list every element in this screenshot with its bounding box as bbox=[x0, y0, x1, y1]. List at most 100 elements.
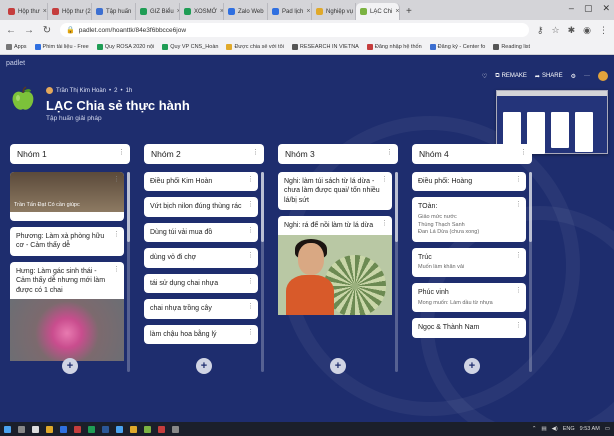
clock[interactable]: 9:53 AM bbox=[580, 426, 600, 432]
star-icon[interactable]: ☆ bbox=[552, 25, 560, 36]
post-card[interactable]: Điều phối: Hoàng ⋮ bbox=[412, 172, 526, 192]
edge-icon[interactable] bbox=[60, 425, 67, 433]
post-menu-icon[interactable]: ⋮ bbox=[381, 175, 388, 184]
browser-tab[interactable]: Zalo Web× bbox=[224, 3, 268, 20]
reload-icon[interactable]: ↻ bbox=[42, 25, 52, 36]
post-menu-icon[interactable]: ⋮ bbox=[515, 321, 522, 330]
post-menu-icon[interactable]: ⋮ bbox=[515, 175, 522, 184]
add-post-button[interactable]: + bbox=[196, 358, 212, 374]
heart-outline-icon[interactable]: ♡ bbox=[482, 73, 487, 80]
remake-button[interactable]: ⧉ REMAKE bbox=[495, 73, 527, 80]
padlet-logo[interactable]: padlet bbox=[6, 60, 25, 67]
scrollbar-thumb[interactable] bbox=[127, 172, 130, 242]
post-menu-icon[interactable]: ⋮ bbox=[113, 230, 120, 239]
column-header[interactable]: Nhóm 4 ⋮ bbox=[412, 144, 532, 164]
post-menu-icon[interactable]: ⋮ bbox=[113, 175, 120, 184]
excel-icon[interactable] bbox=[88, 425, 95, 433]
post-card[interactable]: Điều phối Kim Hoàn ⋮ bbox=[144, 172, 258, 192]
task-view-icon[interactable] bbox=[32, 425, 39, 433]
post-card[interactable]: làm chậu hoa bằng lý ⋮ bbox=[144, 324, 258, 345]
column-menu-icon[interactable]: ⋮ bbox=[252, 148, 259, 156]
post-card[interactable]: chai nhựa trồng cây ⋮ bbox=[144, 299, 258, 319]
post-card[interactable]: Dùng túi vải mua đồ ⋮ bbox=[144, 222, 258, 243]
post-menu-icon[interactable]: ⋮ bbox=[247, 328, 254, 337]
post-card[interactable]: Trúc Muốn làm khăn vải ⋮ bbox=[412, 247, 526, 278]
close-tab-icon[interactable]: × bbox=[43, 8, 47, 15]
scrollbar-thumb[interactable] bbox=[261, 172, 264, 242]
minimize-icon[interactable]: – bbox=[569, 3, 574, 14]
more-button[interactable]: ··· bbox=[584, 73, 590, 79]
column-header[interactable]: Nhóm 1 ⋮ bbox=[10, 144, 130, 164]
new-tab-button[interactable]: + bbox=[400, 3, 418, 20]
forward-icon[interactable]: → bbox=[24, 25, 34, 36]
add-post-button[interactable]: + bbox=[464, 358, 480, 374]
search-icon[interactable] bbox=[18, 425, 25, 433]
post-menu-icon[interactable]: ⋮ bbox=[247, 226, 254, 235]
column-scrollbar[interactable] bbox=[529, 172, 532, 372]
extensions-icon[interactable]: ✱ bbox=[568, 25, 576, 36]
bookmark-item[interactable]: Phim tài liệu - Free bbox=[34, 44, 89, 50]
app-icon[interactable] bbox=[172, 425, 179, 433]
browser-tab[interactable]: Nghiệp vụ× bbox=[312, 3, 356, 20]
post-card[interactable]: tái sử dụng chai nhựa ⋮ bbox=[144, 273, 258, 294]
add-post-button[interactable]: + bbox=[62, 358, 78, 374]
word-icon[interactable] bbox=[102, 425, 109, 433]
post-menu-icon[interactable]: ⋮ bbox=[515, 200, 522, 209]
profile-icon[interactable]: ◉ bbox=[583, 25, 591, 36]
back-icon[interactable]: ← bbox=[6, 25, 16, 36]
browser-tab[interactable]: Pad lịch × bbox=[268, 3, 312, 20]
column-scrollbar[interactable] bbox=[395, 172, 398, 372]
bookmark-item[interactable]: Đăng nhập hệ thốn bbox=[366, 44, 422, 50]
browser-tab[interactable]: XOSMỚ × bbox=[180, 3, 224, 20]
share-button[interactable]: ➦ SHARE bbox=[535, 73, 563, 80]
post-menu-icon[interactable]: ⋮ bbox=[247, 175, 254, 184]
column-header[interactable]: Nhóm 3 ⋮ bbox=[278, 144, 398, 164]
column-scrollbar[interactable] bbox=[261, 172, 264, 372]
bookmark-item[interactable]: Reading list bbox=[493, 44, 530, 50]
post-card[interactable]: dùng vỏ đi chợ ⋮ bbox=[144, 248, 258, 268]
bookmark-item[interactable]: Đăng ký - Center fo bbox=[429, 44, 485, 50]
add-post-button[interactable]: + bbox=[330, 358, 346, 374]
post-menu-icon[interactable]: ⋮ bbox=[247, 302, 254, 311]
volume-icon[interactable]: ◀) bbox=[552, 426, 558, 432]
bookmark-item[interactable]: Apps bbox=[6, 44, 27, 50]
close-tab-icon[interactable]: × bbox=[395, 8, 399, 15]
post-menu-icon[interactable]: ⋮ bbox=[515, 286, 522, 295]
post-menu-icon[interactable]: ⋮ bbox=[381, 219, 388, 228]
maximize-icon[interactable]: ▢ bbox=[584, 3, 593, 14]
browser-tab[interactable]: Hộp thư (2)× bbox=[48, 3, 92, 20]
bookmark-item[interactable]: Quy VP CNS_Hoàn bbox=[162, 44, 218, 50]
post-card[interactable]: Ngọc & Thành Nam ⋮ bbox=[412, 318, 526, 338]
app-icon[interactable] bbox=[158, 425, 165, 433]
post-card[interactable]: Phúc vinh Mong muốn: Làm dầu từ nhựa ⋮ bbox=[412, 283, 526, 313]
post-card[interactable]: Hưng: Làm gác sinh thái - Cảm thấy dễ nh… bbox=[10, 261, 124, 362]
user-avatar[interactable] bbox=[598, 71, 608, 81]
close-tab-icon[interactable]: × bbox=[306, 8, 310, 15]
chrome-icon[interactable] bbox=[130, 425, 137, 433]
post-card[interactable]: Nghi: làm túi sách từ lá dừa - chưa làm … bbox=[278, 172, 392, 211]
browser-tab[interactable]: GIZ Biểu× bbox=[136, 3, 180, 20]
scrollbar-thumb[interactable] bbox=[395, 172, 398, 242]
tray-chevron-icon[interactable]: ⌃ bbox=[532, 426, 537, 432]
column-menu-icon[interactable]: ⋮ bbox=[118, 148, 125, 156]
app-icon[interactable] bbox=[74, 425, 81, 433]
bookmark-item[interactable]: Được chia sẻ với tôi bbox=[226, 44, 284, 50]
bookmark-item[interactable]: RESEARCH IN VIETNA bbox=[291, 44, 359, 50]
column-menu-icon[interactable]: ⋮ bbox=[520, 148, 527, 156]
post-card[interactable]: Vứt bịch nilon đúng thùng rác ⋮ bbox=[144, 197, 258, 217]
post-menu-icon[interactable]: ⋮ bbox=[247, 200, 254, 209]
column-scrollbar[interactable] bbox=[127, 172, 130, 372]
gear-icon[interactable]: ⚙ bbox=[571, 73, 576, 80]
browser-tab[interactable]: Tập huấn× bbox=[92, 3, 136, 20]
post-card[interactable]: Trần Tấn Đạt Có cần giúpc ⋮ bbox=[10, 172, 124, 221]
url-bar[interactable]: 🔒 padlet.com/hoanttk/84e3f6bbcce6jow bbox=[60, 23, 529, 37]
browser-tab[interactable]: LẠC Chi × bbox=[356, 3, 400, 20]
file-explorer-icon[interactable] bbox=[46, 425, 53, 433]
post-card[interactable]: Phương: Làm xà phòng hữu cơ - Cảm thấy d… bbox=[10, 227, 124, 256]
close-window-icon[interactable]: ✕ bbox=[602, 3, 610, 14]
language-indicator[interactable]: ENG bbox=[563, 426, 575, 432]
bookmark-item[interactable]: Quy ROSA 2020 nội bbox=[96, 44, 154, 50]
notification-icon[interactable]: ▭ bbox=[605, 426, 610, 432]
browser-tab[interactable]: Hộp thư × bbox=[4, 3, 48, 20]
post-menu-icon[interactable]: ⋮ bbox=[247, 251, 254, 260]
